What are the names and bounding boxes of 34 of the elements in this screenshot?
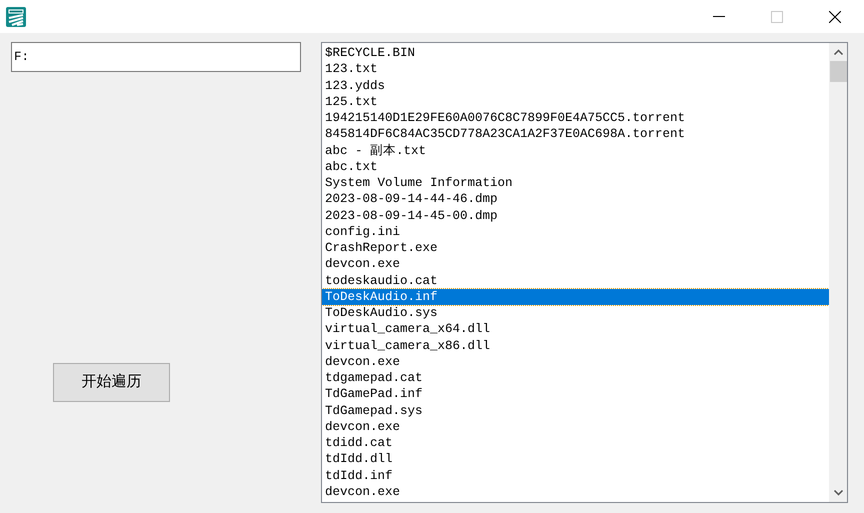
file-item[interactable]: devcon.exe — [322, 484, 829, 500]
file-item[interactable]: abc.txt — [322, 158, 829, 175]
file-item[interactable]: 2023-08-09-14-44-46.dmp — [322, 191, 829, 208]
file-item[interactable]: devcon.exe — [322, 256, 829, 272]
file-item[interactable]: 845814DF6C84AC35CD778A23CA1A2F37E0AC698A.torrent — [322, 126, 829, 142]
file-item[interactable]: virtual_camera_x64.dll — [322, 321, 829, 338]
file-item[interactable]: 194215140D1E29FE60A0076C8C7899F0E4A75CC5.torrent — [322, 110, 829, 126]
file-item[interactable]: $RECYCLE.BIN — [322, 45, 829, 62]
file-item[interactable]: devcon.exe — [322, 418, 829, 435]
file-item[interactable]: TdGamePad.inf — [322, 386, 829, 402]
path-field[interactable]: F: — [11, 42, 301, 72]
file-item[interactable]: System Volume Information — [322, 175, 829, 192]
file-item[interactable]: ToDeskAudio.inf — [322, 288, 829, 305]
file-item[interactable]: abc - 副本.txt — [322, 142, 829, 159]
file-item[interactable]: TdGamepad.sys — [322, 402, 829, 419]
file-item[interactable]: CrashReport.exe — [322, 240, 829, 256]
file-item[interactable]: tdidd.cat — [322, 435, 829, 452]
file-item[interactable]: 2023-08-09-14-45-00.dmp — [322, 208, 829, 224]
file-item[interactable]: 123.txt — [322, 61, 829, 78]
file-item[interactable]: 123.ydds — [322, 78, 829, 94]
scroll-thumb[interactable] — [830, 61, 846, 82]
file-item[interactable]: tdIdd.dll — [322, 451, 829, 468]
file-item[interactable]: config.ini — [322, 224, 829, 240]
start-button[interactable]: 开始遍历 — [53, 363, 170, 402]
file-list[interactable] — [321, 42, 848, 503]
file-item[interactable]: todeskaudio.cat — [322, 272, 829, 289]
file-item[interactable]: tdgamepad.cat — [322, 370, 829, 386]
close-icon[interactable] — [829, 10, 841, 22]
file-item[interactable]: ToDeskAudio.sys — [322, 305, 829, 322]
file-item[interactable]: virtual_camera_x86.dll — [322, 338, 829, 354]
file-item[interactable]: tdIdd.inf — [322, 468, 829, 484]
app-icon — [5, 6, 27, 28]
file-item[interactable]: 125.txt — [322, 94, 829, 110]
file-item[interactable]: devcon.exe — [322, 354, 829, 370]
